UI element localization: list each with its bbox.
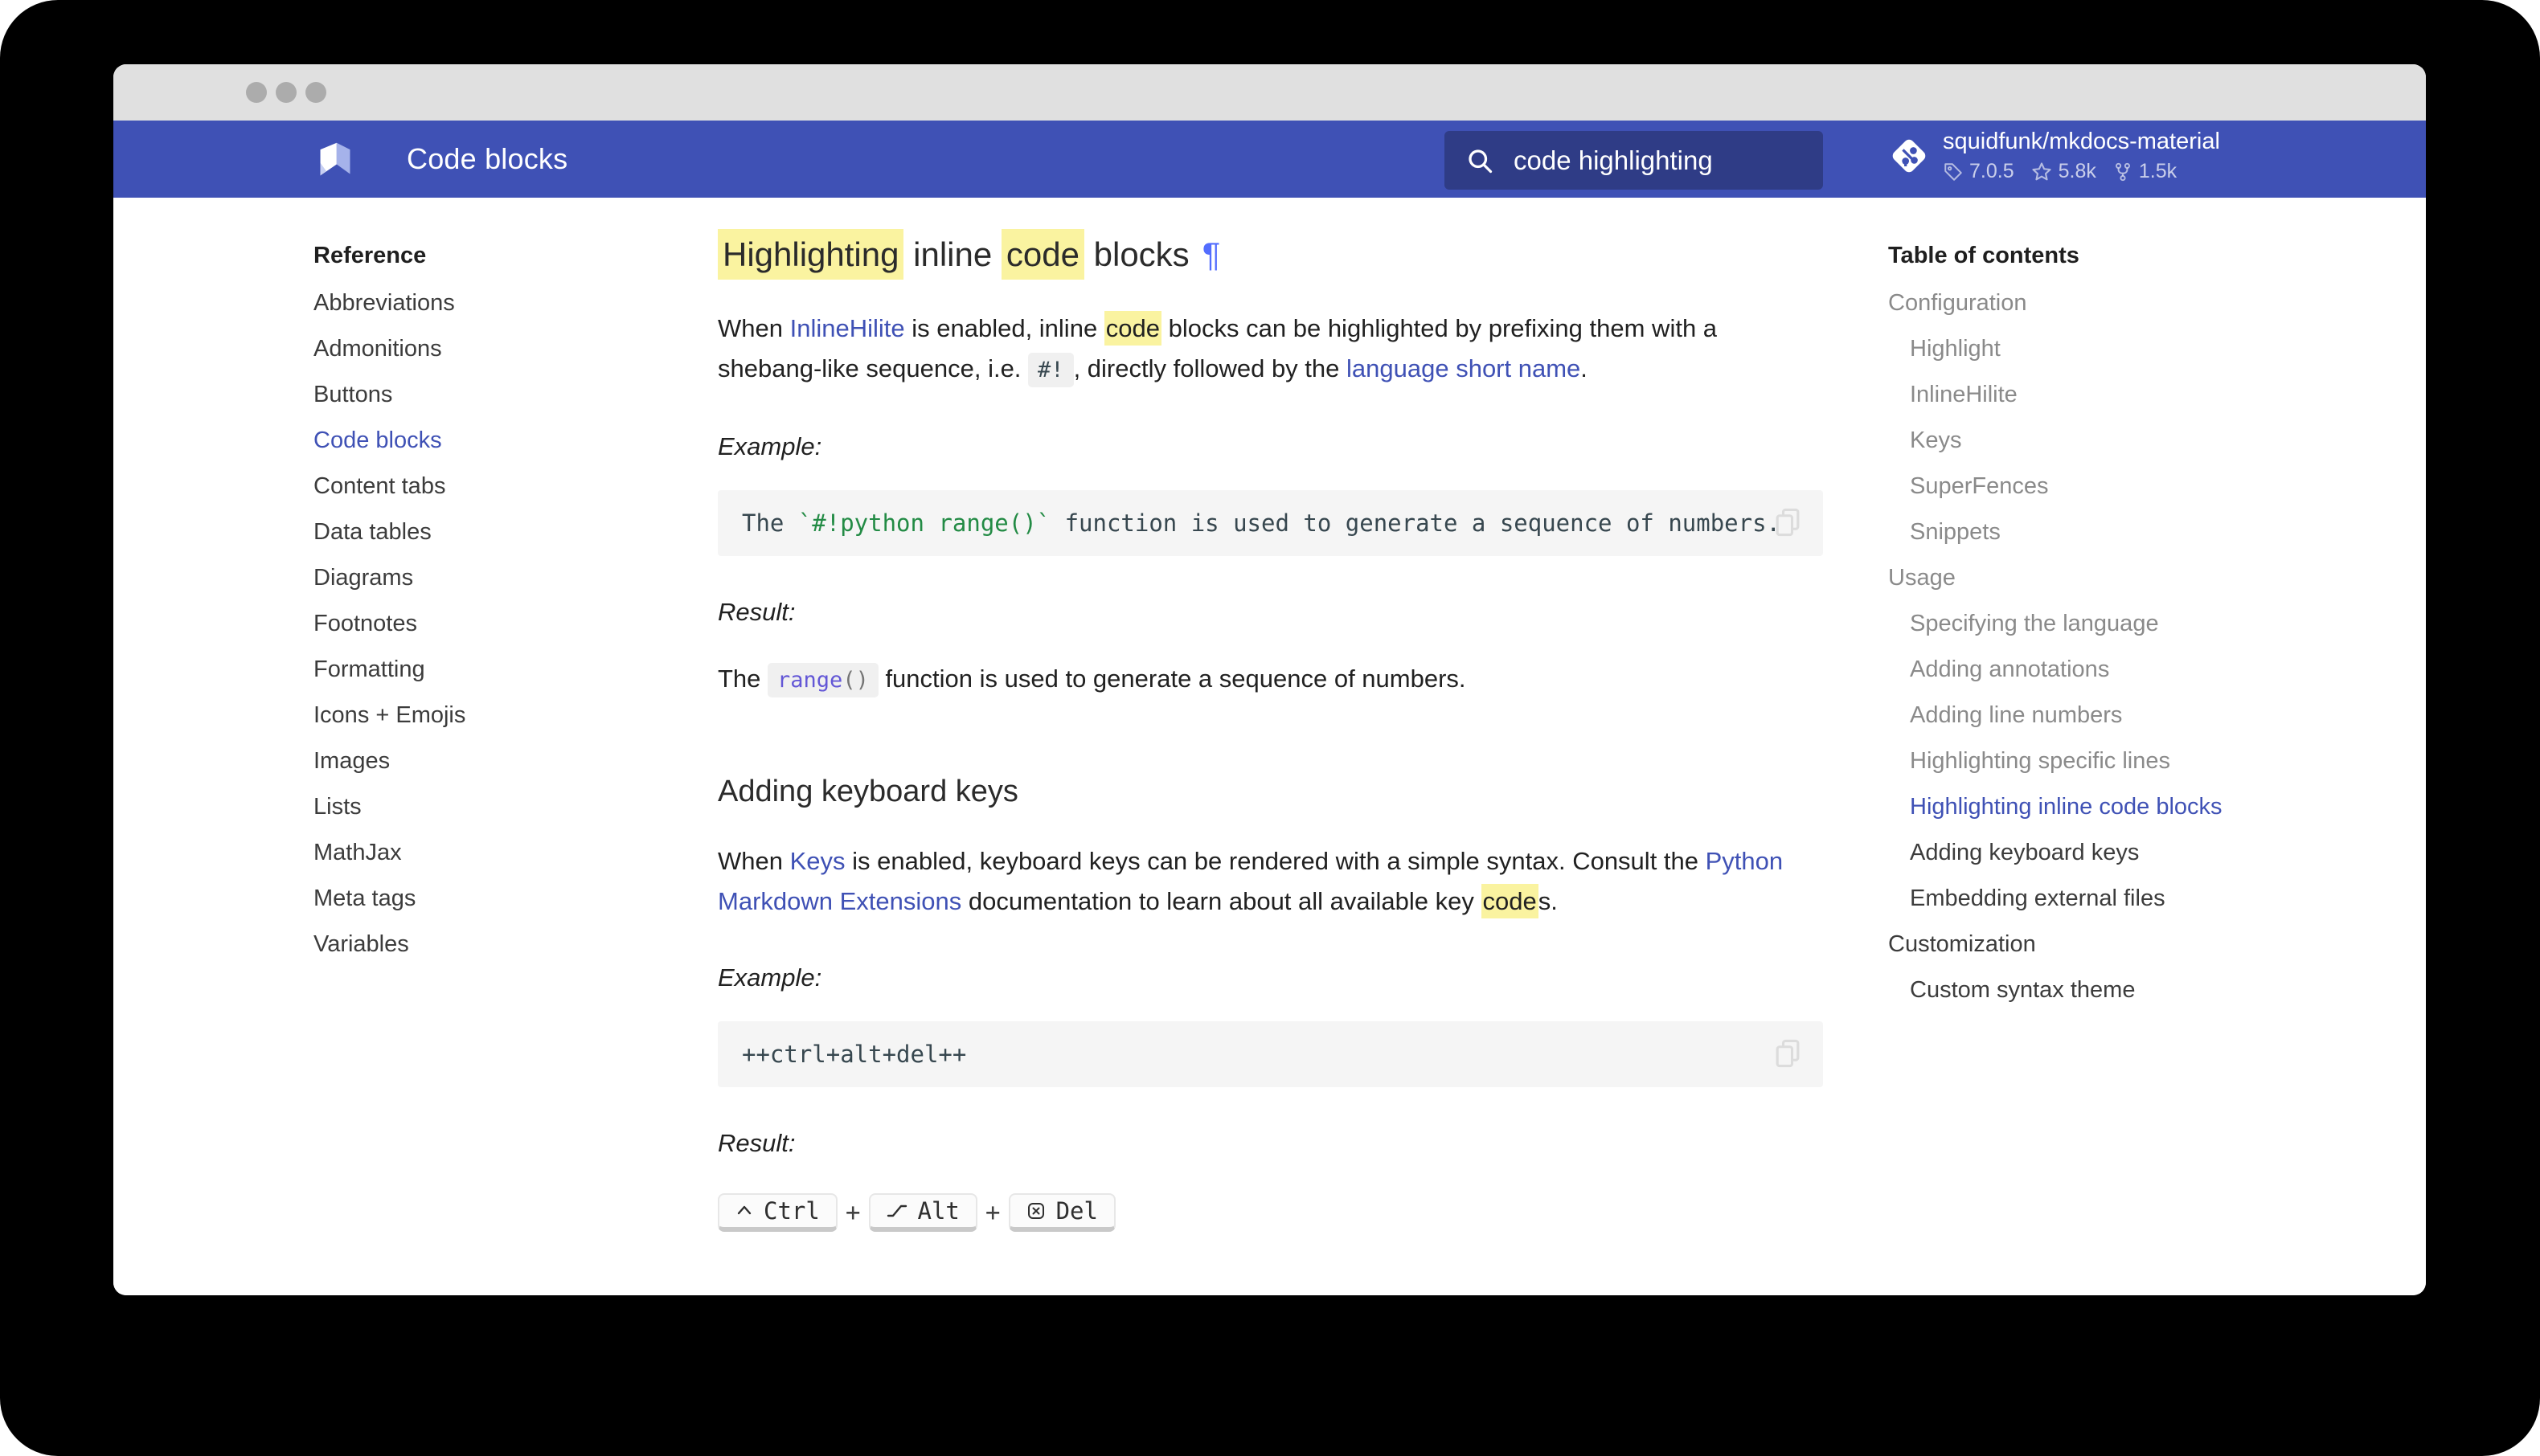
sidebar-item-formatting[interactable]: Formatting [313, 647, 699, 693]
toc-title: Table of contents [1888, 243, 2370, 269]
sidebar-item-abbreviations[interactable]: Abbreviations [313, 280, 699, 326]
page-title: Code blocks [407, 121, 567, 198]
article-h2-keyboard-keys: Adding keyboard keys [718, 775, 1823, 809]
repo-version: 7.0.5 [1943, 160, 2014, 183]
toc-item-adding-annotations[interactable]: Adding annotations [1888, 647, 2370, 693]
window-minimize-button[interactable] [276, 82, 297, 103]
keyboard-keys-row: Ctrl + Alt + Del [718, 1193, 1823, 1232]
sidebar-item-images[interactable]: Images [313, 738, 699, 784]
toc-item-highlighting-inline-code-blocks[interactable]: Highlighting inline code blocks [1888, 784, 2370, 830]
repo-name: squidfunk/mkdocs-material [1943, 129, 2220, 155]
search-icon [1465, 146, 1494, 175]
toc-item-usage[interactable]: Usage [1888, 555, 2370, 601]
left-sidebar: Reference Abbreviations Admonitions Butt… [313, 198, 699, 967]
search-box[interactable] [1444, 131, 1823, 190]
toc-item-inlinehilite[interactable]: InlineHilite [1888, 372, 2370, 418]
toc-item-keys[interactable]: Keys [1888, 418, 2370, 464]
sidebar-item-content-tabs[interactable]: Content tabs [313, 464, 699, 509]
sidebar-item-admonitions[interactable]: Admonitions [313, 326, 699, 372]
kbd-ctrl: Ctrl [718, 1193, 838, 1232]
sidebar-item-lists[interactable]: Lists [313, 784, 699, 830]
toc-item-highlighting-specific-lines[interactable]: Highlighting specific lines [1888, 738, 2370, 784]
example-label: Example: [718, 432, 1823, 461]
window-close-button[interactable] [246, 82, 267, 103]
repo-stars: 5.8k [2030, 160, 2096, 183]
window-titlebar [113, 64, 2426, 121]
code-block-keys: ++ctrl+alt+del++ [718, 1021, 1823, 1087]
result-label: Result: [718, 598, 1823, 627]
fork-icon [2112, 162, 2133, 182]
toc-item-highlight[interactable]: Highlight [1888, 326, 2370, 372]
repo-facts: 7.0.5 5.8k 1.5k [1943, 160, 2220, 183]
table-of-contents: Table of contents Configuration Highligh… [1888, 198, 2370, 1013]
star-icon [2030, 161, 2053, 183]
code-block-inlinehilite: The `#!python range()` function is used … [718, 490, 1823, 556]
del-icon [1026, 1201, 1046, 1221]
sidebar-item-variables[interactable]: Variables [313, 922, 699, 967]
tag-icon [1943, 162, 1964, 182]
window-maximize-button[interactable] [305, 82, 326, 103]
copy-button[interactable] [1770, 1036, 1805, 1071]
git-icon [1888, 135, 1930, 177]
kbd-plus: + [985, 1198, 1001, 1227]
toc-item-snippets[interactable]: Snippets [1888, 509, 2370, 555]
search-input[interactable] [1514, 145, 1803, 176]
paragraph-inlinehilite: When InlineHilite is enabled, inline cod… [718, 309, 1823, 391]
repo-forks: 1.5k [2112, 160, 2177, 183]
sidebar-item-meta-tags[interactable]: Meta tags [313, 876, 699, 922]
paragraph-result: The range() function is used to generate… [718, 659, 1823, 701]
sidebar-section-title: Reference [313, 243, 699, 269]
article-h1: Highlighting inline code blocks¶ [718, 233, 1823, 276]
kbd-plus: + [846, 1198, 861, 1227]
alt-icon [887, 1203, 907, 1219]
toc-item-configuration[interactable]: Configuration [1888, 280, 2370, 326]
toc-item-custom-syntax-theme[interactable]: Custom syntax theme [1888, 967, 2370, 1013]
toc-item-adding-keyboard-keys[interactable]: Adding keyboard keys [1888, 830, 2370, 876]
sidebar-item-icons-emojis[interactable]: Icons + Emojis [313, 693, 699, 738]
kbd-del: Del [1009, 1193, 1116, 1232]
copy-button[interactable] [1770, 505, 1805, 540]
article: Highlighting inline code blocks¶ When In… [718, 198, 1823, 1295]
app-header: Code blocks squidfunk/mkdocs-mate [113, 121, 2426, 198]
page-content: Reference Abbreviations Admonitions Butt… [113, 198, 2426, 1295]
toc-item-customization[interactable]: Customization [1888, 922, 2370, 967]
sidebar-item-diagrams[interactable]: Diagrams [313, 555, 699, 601]
sidebar-item-code-blocks[interactable]: Code blocks [313, 418, 699, 464]
toc-item-specifying-language[interactable]: Specifying the language [1888, 601, 2370, 647]
example-label-2: Example: [718, 963, 1823, 992]
toc-item-adding-line-numbers[interactable]: Adding line numbers [1888, 693, 2370, 738]
mkdocs-material-logo-icon[interactable] [317, 141, 354, 179]
sidebar-item-mathjax[interactable]: MathJax [313, 830, 699, 876]
sidebar-item-data-tables[interactable]: Data tables [313, 509, 699, 555]
paragraph-keys: When Keys is enabled, keyboard keys can … [718, 841, 1823, 922]
toc-item-superfences[interactable]: SuperFences [1888, 464, 2370, 509]
sidebar-item-footnotes[interactable]: Footnotes [313, 601, 699, 647]
kbd-alt: Alt [869, 1193, 977, 1232]
ctrl-icon [735, 1204, 753, 1218]
browser-window: Code blocks squidfunk/mkdocs-mate [113, 64, 2426, 1295]
toc-item-embedding-external-files[interactable]: Embedding external files [1888, 876, 2370, 922]
result-label-2: Result: [718, 1129, 1823, 1158]
sidebar-item-buttons[interactable]: Buttons [313, 372, 699, 418]
repo-link[interactable]: squidfunk/mkdocs-material 7.0.5 5.8k [1888, 129, 2220, 183]
